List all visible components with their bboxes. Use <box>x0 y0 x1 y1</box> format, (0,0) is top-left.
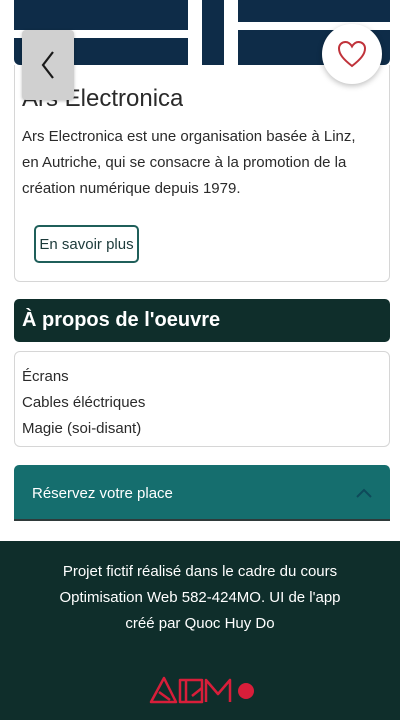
reserve-accordion[interactable]: Réservez votre place <box>14 465 390 521</box>
aqm-logo-icon[interactable] <box>148 672 258 706</box>
footer-line: créé par Quoc Huy Do <box>125 615 275 632</box>
about-heading: À propos de l'oeuvre <box>14 299 390 342</box>
favorite-button[interactable] <box>322 24 382 84</box>
materials-list: Écrans Cables éléctriques Magie (soi-dis… <box>14 351 390 447</box>
learn-more-button[interactable]: En savoir plus <box>34 225 139 263</box>
heart-outline-icon <box>337 40 367 68</box>
list-item: Cables éléctriques <box>22 394 146 411</box>
accordion-divider <box>14 519 390 521</box>
reserve-label: Réservez votre place <box>32 484 173 502</box>
footer-credits: Projet fictif réalisé dans le cadre du c… <box>40 559 360 637</box>
list-item: Magie (soi-disant) <box>22 420 142 437</box>
card-description: Ars Electronica est une organisation bas… <box>22 128 356 197</box>
list-item: Écrans <box>22 368 69 385</box>
chevron-up-icon <box>356 488 372 498</box>
hero-stripe <box>224 0 238 65</box>
back-button[interactable] <box>22 30 74 100</box>
chevron-left-icon <box>41 51 54 79</box>
footer-line: Optimisation Web 582-424MO. UI de l'app <box>59 589 341 606</box>
hero-stripe <box>188 0 202 65</box>
footer-line: Projet fictif réalisé dans le cadre du c… <box>62 563 338 580</box>
